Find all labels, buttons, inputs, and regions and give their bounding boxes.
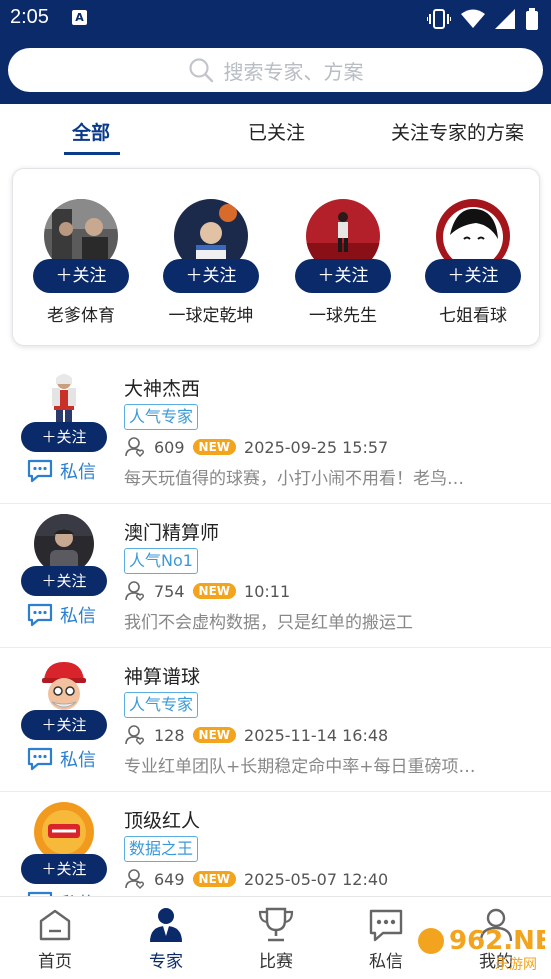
watermark-subtext: 乐游网 xyxy=(495,957,537,973)
expert-name: 神算谱球 xyxy=(124,666,201,688)
follow-button[interactable]: ＋关注 xyxy=(163,259,259,293)
message-label: 私信 xyxy=(60,606,96,627)
expert-description: 每天玩值得的球赛，小打小闹不用看！老鸟… xyxy=(124,469,464,489)
watermark-text: 962.NET xyxy=(449,926,545,956)
nav-label: 比赛 xyxy=(259,952,293,972)
fans-icon xyxy=(125,581,144,601)
nav-experts[interactable]: 专家 xyxy=(126,903,206,972)
expert-description: 我们不会虚构数据，只是红单的搬运工 xyxy=(124,613,413,633)
status-time: 2:05 xyxy=(10,6,49,28)
expert-meta: 609 NEW 2025-09-25 15:57 xyxy=(124,436,388,458)
fans-count: 609 xyxy=(154,437,185,457)
follow-button[interactable]: ＋关注 xyxy=(21,566,107,596)
featured-experts-card: ＋关注 老爹体育 ＋关注 一球定乾坤 ＋关注 一球先生 ＋关注 七姐看球 xyxy=(12,168,540,346)
avatar[interactable] xyxy=(34,802,94,862)
fans-icon xyxy=(125,437,144,457)
signal-icon xyxy=(495,9,515,29)
message-button[interactable]: 私信 xyxy=(26,602,96,628)
status-icons xyxy=(427,8,539,30)
search-bar[interactable]: 搜索专家、方案 xyxy=(8,48,543,92)
search-placeholder: 搜索专家、方案 xyxy=(223,59,364,84)
new-badge: NEW xyxy=(192,727,237,743)
expert-meta: 649 NEW 2025-05-07 12:40 xyxy=(124,868,388,890)
expert-name: 顶级红人 xyxy=(124,810,201,832)
expert-icon xyxy=(150,908,182,942)
new-badge: NEW xyxy=(192,871,237,887)
expert-name: 一球定乾坤 xyxy=(168,306,254,326)
featured-expert[interactable]: ＋关注 一球先生 xyxy=(283,199,403,326)
list-item[interactable]: ＋关注 私信 大神杰西 人气专家 609 NEW 2025-09-25 15:5… xyxy=(0,360,551,504)
list-item[interactable]: ＋关注 私信 澳门精算师 人气No1 754 NEW 10:11 我们不会虚构数… xyxy=(0,504,551,648)
new-badge: NEW xyxy=(192,439,237,455)
search-icon xyxy=(188,58,213,83)
fans-icon xyxy=(125,869,144,889)
featured-expert[interactable]: ＋关注 老爹体育 xyxy=(21,199,141,326)
message-button[interactable]: 私信 xyxy=(26,746,96,772)
tab-all[interactable]: 全部 xyxy=(72,118,110,145)
update-time: 10:11 xyxy=(244,581,291,601)
filter-tabs: 全部 已关注 关注专家的方案 xyxy=(0,104,551,158)
tab-followed-plans[interactable]: 关注专家的方案 xyxy=(391,118,524,145)
featured-expert[interactable]: ＋关注 一球定乾坤 xyxy=(151,199,271,326)
nav-label: 专家 xyxy=(149,952,183,972)
tab-followed[interactable]: 已关注 xyxy=(248,118,305,145)
nav-label: 私信 xyxy=(369,952,403,972)
chat-icon xyxy=(27,747,53,771)
nav-messages[interactable]: 私信 xyxy=(346,903,426,972)
nav-matches[interactable]: 比赛 xyxy=(236,903,316,972)
expert-tag: 人气专家 xyxy=(124,404,199,430)
nav-label: 首页 xyxy=(38,952,72,972)
featured-expert[interactable]: ＋关注 七姐看球 xyxy=(413,199,533,326)
chat-icon xyxy=(27,603,53,627)
expert-description: 专业红单团队+长期稳定命中率+每日重磅项… xyxy=(124,757,476,777)
update-time: 2025-05-07 12:40 xyxy=(244,869,389,889)
fans-count: 754 xyxy=(154,581,185,601)
avatar[interactable] xyxy=(34,370,94,430)
list-item[interactable]: ＋关注 私信 神算谱球 人气专家 128 NEW 2025-11-14 16:4… xyxy=(0,648,551,792)
follow-button[interactable]: ＋关注 xyxy=(21,710,107,740)
new-badge: NEW xyxy=(192,583,237,599)
expert-name: 七姐看球 xyxy=(439,306,507,326)
expert-tag: 数据之王 xyxy=(124,836,199,862)
message-label: 私信 xyxy=(60,462,96,483)
update-time: 2025-09-25 15:57 xyxy=(244,437,389,457)
expert-tag: 人气专家 xyxy=(124,692,199,718)
sim-icon: A xyxy=(72,10,87,25)
follow-button[interactable]: ＋关注 xyxy=(21,854,107,884)
follow-button[interactable]: ＋关注 xyxy=(425,259,521,293)
battery-icon xyxy=(526,8,538,30)
chat-icon xyxy=(369,909,403,942)
expert-name: 澳门精算师 xyxy=(124,522,220,544)
fans-icon xyxy=(125,725,144,745)
expert-name: 一球先生 xyxy=(309,306,377,326)
nav-home[interactable]: 首页 xyxy=(15,903,95,972)
tab-indicator xyxy=(64,152,120,155)
fans-count: 128 xyxy=(154,725,185,745)
follow-button[interactable]: ＋关注 xyxy=(33,259,129,293)
expert-meta: 128 NEW 2025-11-14 16:48 xyxy=(124,724,388,746)
expert-name: 大神杰西 xyxy=(124,378,201,400)
header: 搜索专家、方案 xyxy=(0,38,551,104)
vibrate-icon xyxy=(427,9,451,29)
avatar[interactable] xyxy=(34,514,94,574)
fans-count: 649 xyxy=(154,869,185,889)
chat-icon xyxy=(27,459,53,483)
home-icon xyxy=(39,909,71,941)
watermark-logo: 962.NET 乐游网 xyxy=(415,911,551,973)
message-label: 私信 xyxy=(60,750,96,771)
trophy-icon xyxy=(258,907,294,942)
avatar[interactable] xyxy=(34,658,94,718)
status-bar: 2:05 A xyxy=(0,0,551,38)
message-button[interactable]: 私信 xyxy=(26,458,96,484)
wifi-icon xyxy=(461,9,485,28)
follow-button[interactable]: ＋关注 xyxy=(295,259,391,293)
follow-button[interactable]: ＋关注 xyxy=(21,422,107,452)
expert-tag: 人气No1 xyxy=(124,548,198,574)
expert-meta: 754 NEW 10:11 xyxy=(124,580,290,602)
update-time: 2025-11-14 16:48 xyxy=(244,725,389,745)
expert-name: 老爹体育 xyxy=(47,306,115,326)
